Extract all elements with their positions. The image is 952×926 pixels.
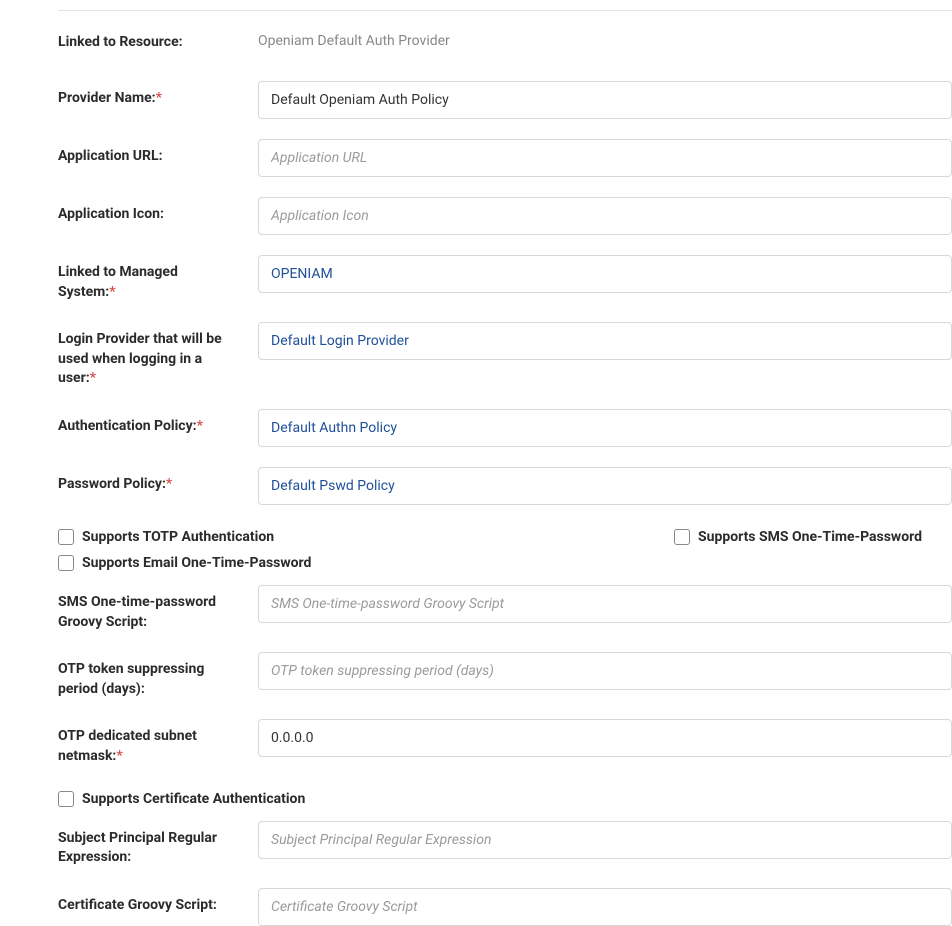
checkbox-row-cert: Supports Certificate Authentication — [58, 791, 952, 807]
application-url-input[interactable] — [258, 139, 952, 177]
label-checkbox-cert: Supports Certificate Authentication — [82, 791, 305, 807]
row-managed-system: Linked to Managed System:* OPENIAM — [58, 255, 952, 302]
label-application-url: Application URL: — [58, 139, 258, 167]
label-provider-name: Provider Name:* — [58, 81, 258, 109]
provider-name-input[interactable] — [258, 81, 952, 119]
password-policy-select[interactable]: Default Pswd Policy — [258, 467, 952, 505]
cert-checkbox-section: Supports Certificate Authentication — [58, 791, 952, 807]
label-checkbox-email: Supports Email One-Time-Password — [82, 555, 311, 571]
otp-netmask-input[interactable] — [258, 719, 952, 757]
label-text: Linked to Managed System: — [58, 264, 178, 300]
label-text: Login Provider that will be used when lo… — [58, 331, 222, 386]
label-login-provider: Login Provider that will be used when lo… — [58, 322, 258, 389]
label-application-icon: Application Icon: — [58, 197, 258, 225]
sms-groovy-input[interactable] — [258, 585, 952, 623]
auth-policy-select[interactable]: Default Authn Policy — [258, 409, 952, 447]
password-policy-value: Default Pswd Policy — [271, 478, 395, 494]
required-mark: * — [109, 284, 115, 300]
otp-suppress-input[interactable] — [258, 652, 952, 690]
label-linked-resource: Linked to Resource: — [58, 25, 258, 53]
row-auth-policy: Authentication Policy:* Default Authn Po… — [58, 409, 952, 447]
row-password-policy: Password Policy:* Default Pswd Policy — [58, 467, 952, 505]
login-provider-value: Default Login Provider — [271, 333, 409, 349]
login-provider-select[interactable]: Default Login Provider — [258, 322, 952, 360]
required-mark: * — [166, 476, 172, 492]
checkbox-sms-wrap[interactable]: Supports SMS One-Time-Password — [674, 529, 922, 545]
value-linked-resource: Openiam Default Auth Provider — [258, 25, 952, 49]
required-mark: * — [90, 370, 96, 386]
required-mark: * — [156, 90, 162, 106]
row-subject-regex: Subject Principal Regular Expression: — [58, 821, 952, 868]
row-sms-groovy: SMS One-time-password Groovy Script: — [58, 585, 952, 632]
checkbox-row-email: Supports Email One-Time-Password — [58, 555, 952, 571]
row-otp-netmask: OTP dedicated subnet netmask:* — [58, 719, 952, 766]
label-cert-groovy: Certificate Groovy Script: — [58, 888, 258, 916]
checkbox-row-totp-sms: Supports TOTP Authentication Supports SM… — [58, 529, 952, 545]
label-otp-netmask: OTP dedicated subnet netmask:* — [58, 719, 258, 766]
label-password-policy: Password Policy:* — [58, 467, 258, 495]
section-divider — [58, 10, 952, 11]
checkbox-email-wrap[interactable]: Supports Email One-Time-Password — [58, 555, 311, 571]
required-mark: * — [116, 748, 122, 764]
subject-regex-input[interactable] — [258, 821, 952, 859]
checkbox-cert[interactable] — [58, 791, 74, 807]
label-managed-system: Linked to Managed System:* — [58, 255, 258, 302]
checkbox-cert-wrap[interactable]: Supports Certificate Authentication — [58, 791, 305, 807]
application-icon-input[interactable] — [258, 197, 952, 235]
cert-groovy-input[interactable] — [258, 888, 952, 926]
label-checkbox-sms: Supports SMS One-Time-Password — [698, 529, 922, 545]
label-otp-suppress: OTP token suppressing period (days): — [58, 652, 258, 699]
label-checkbox-totp: Supports TOTP Authentication — [82, 529, 274, 545]
row-application-url: Application URL: — [58, 139, 952, 177]
label-text: Authentication Policy: — [58, 418, 197, 434]
required-mark: * — [197, 418, 203, 434]
managed-system-select[interactable]: OPENIAM — [258, 255, 952, 293]
label-sms-groovy: SMS One-time-password Groovy Script: — [58, 585, 258, 632]
label-auth-policy: Authentication Policy:* — [58, 409, 258, 437]
row-cert-groovy: Certificate Groovy Script: — [58, 888, 952, 926]
managed-system-value: OPENIAM — [271, 266, 333, 282]
checkbox-totp[interactable] — [58, 529, 74, 545]
checkbox-email[interactable] — [58, 555, 74, 571]
label-text: Password Policy: — [58, 476, 166, 492]
row-provider-name: Provider Name:* — [58, 81, 952, 119]
checkbox-sms[interactable] — [674, 529, 690, 545]
row-linked-resource: Linked to Resource: Openiam Default Auth… — [58, 25, 952, 61]
row-otp-suppress: OTP token suppressing period (days): — [58, 652, 952, 699]
auth-policy-value: Default Authn Policy — [271, 420, 397, 436]
otp-checkbox-section: Supports TOTP Authentication Supports SM… — [58, 529, 952, 571]
row-login-provider: Login Provider that will be used when lo… — [58, 322, 952, 389]
row-application-icon: Application Icon: — [58, 197, 952, 235]
checkbox-totp-wrap[interactable]: Supports TOTP Authentication — [58, 529, 274, 545]
label-subject-regex: Subject Principal Regular Expression: — [58, 821, 258, 868]
label-text: Provider Name: — [58, 90, 156, 106]
label-text: OTP dedicated subnet netmask: — [58, 728, 197, 764]
